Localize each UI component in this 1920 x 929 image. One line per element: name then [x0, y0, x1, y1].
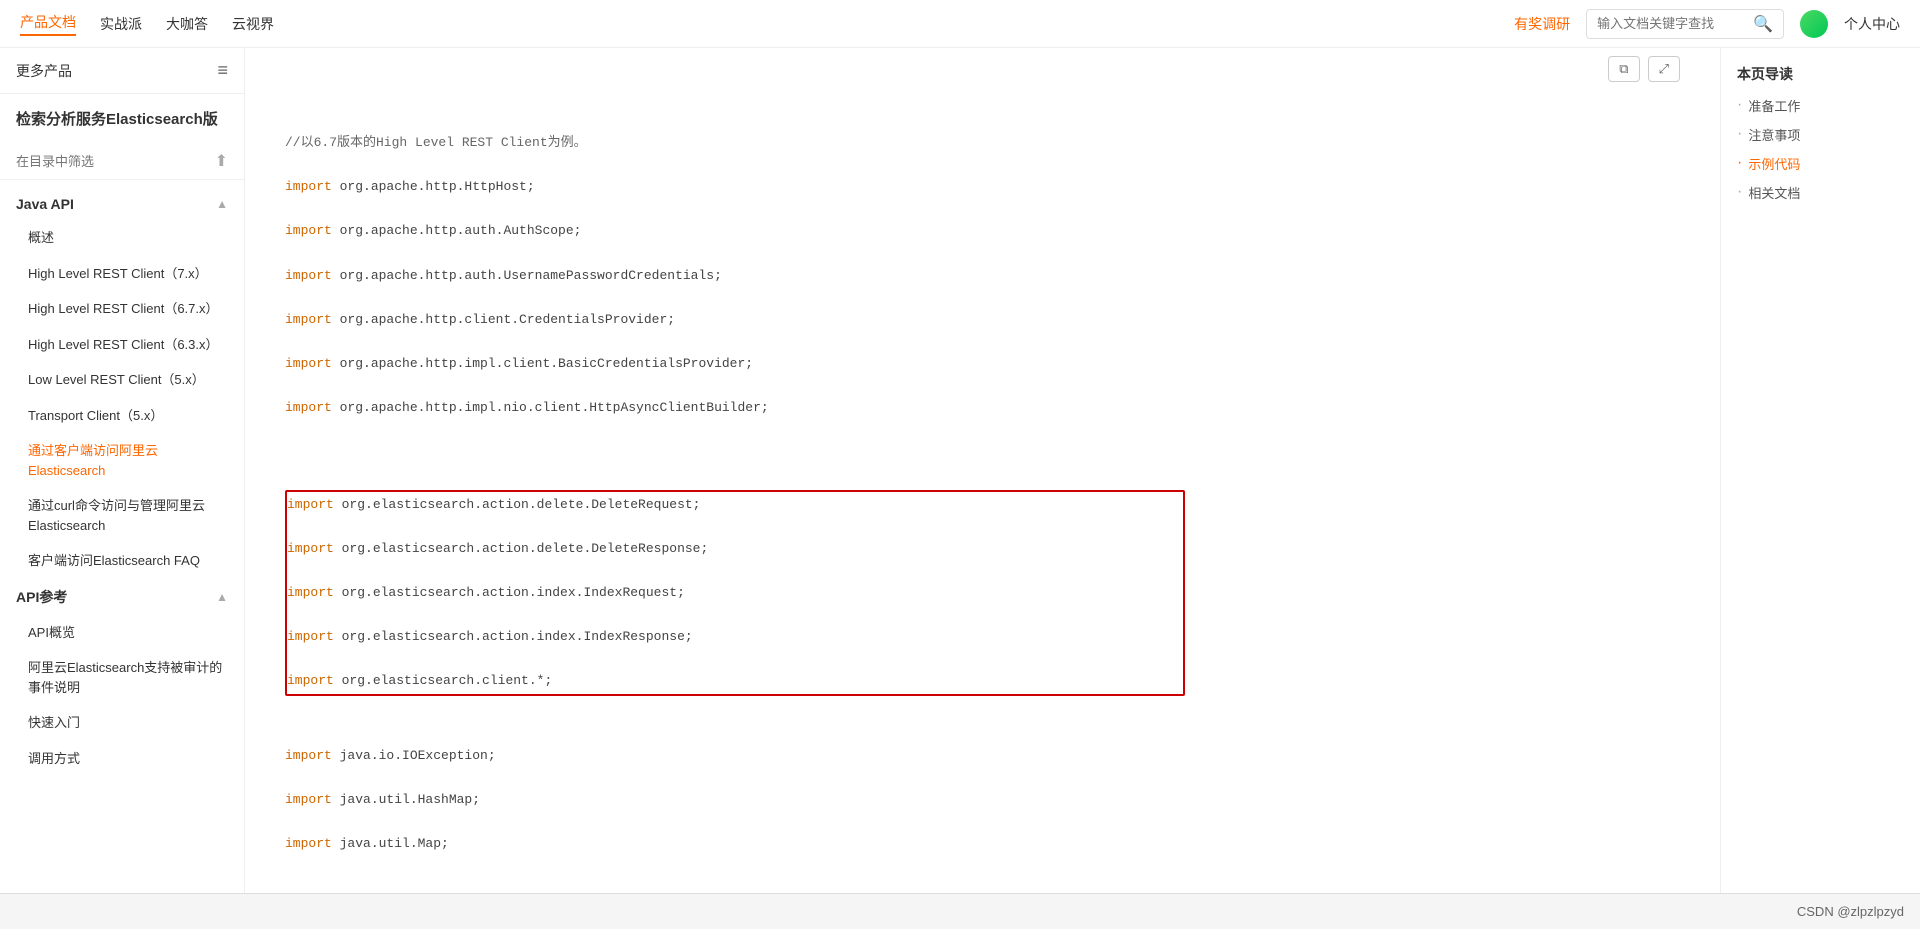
code-container: //以6.7版本的High Level REST Client为例。 impor…	[245, 90, 1225, 893]
section-label-api: API参考	[16, 587, 67, 607]
main-layout: 更多产品 ≡ 检索分析服务Elasticsearch版 ⬆ Java API ▲…	[0, 48, 1920, 893]
nav-cloud[interactable]: 云视界	[232, 14, 274, 34]
toc-item-notes[interactable]: · 注意事项	[1737, 125, 1904, 144]
toc-label-prepare: 准备工作	[1748, 96, 1800, 115]
menu-icon[interactable]: ≡	[217, 60, 228, 81]
code-line-import-1: import org.apache.http.HttpHost;	[285, 176, 1185, 198]
section-label: Java API	[16, 196, 74, 212]
toc-item-prepare[interactable]: · 准备工作	[1737, 96, 1904, 115]
code-line-import-3: import org.apache.http.auth.UsernamePass…	[285, 265, 1185, 287]
highlighted-imports: import org.elasticsearch.action.delete.D…	[285, 490, 1185, 697]
code-line-import-6: import org.apache.http.impl.nio.client.H…	[285, 397, 1185, 419]
collapse-icon-api: ▲	[216, 590, 228, 604]
bottom-bar: CSDN @zlpzlpzyd	[0, 893, 1920, 929]
code-comment-1: //以6.7版本的High Level REST Client为例。	[285, 132, 1185, 154]
code-line-es-import-1: import org.elasticsearch.action.delete.D…	[287, 494, 1183, 516]
user-center-link[interactable]: 个人中心	[1844, 14, 1900, 34]
search-input[interactable]	[1597, 16, 1747, 31]
nav-daka[interactable]: 大咖答	[166, 14, 208, 34]
reward-link[interactable]: 有奖调研	[1514, 14, 1570, 34]
main-content: ⧉ ⤢ //以6.7版本的High Level REST Client为例。 i…	[245, 48, 1720, 893]
collapse-icon: ▲	[216, 197, 228, 211]
sidebar-item-overview[interactable]: 概述	[0, 220, 244, 256]
sidebar-search-input[interactable]	[16, 154, 209, 169]
search-button[interactable]: 🔍	[1753, 14, 1773, 34]
code-toolbar: ⧉ ⤢	[245, 48, 1720, 90]
sidebar-search-area: ⬆	[0, 143, 244, 180]
user-avatar	[1800, 10, 1828, 38]
sidebar-item-curl[interactable]: 通过curl命令访问与管理阿里云Elasticsearch	[0, 488, 244, 543]
sidebar-item-api-overview[interactable]: API概览	[0, 615, 244, 651]
filter-icon[interactable]: ⬆	[215, 151, 228, 171]
sidebar-title-area: 检索分析服务Elasticsearch版	[0, 94, 244, 143]
sidebar-item-audit-events[interactable]: 阿里云Elasticsearch支持被审计的事件说明	[0, 650, 244, 705]
sidebar-item-hlrc-63x[interactable]: High Level REST Client（6.3.x）	[0, 327, 244, 363]
nav-product-docs[interactable]: 产品文档	[20, 12, 76, 36]
sidebar: 更多产品 ≡ 检索分析服务Elasticsearch版 ⬆ Java API ▲…	[0, 48, 245, 893]
toc-bullet-3: ·	[1737, 155, 1742, 171]
search-box: 🔍	[1586, 9, 1784, 39]
code-line-es-import-2: import org.elasticsearch.action.delete.D…	[287, 538, 1183, 560]
nav-shizhan[interactable]: 实战派	[100, 14, 142, 34]
code-line-import-4: import org.apache.http.client.Credential…	[285, 309, 1185, 331]
code-line-java-import-2: import java.util.HashMap;	[285, 789, 1185, 811]
main-nav: 产品文档 实战派 大咖答 云视界	[20, 12, 274, 36]
code-line-import-2: import org.apache.http.auth.AuthScope;	[285, 220, 1185, 242]
sidebar-section-java-api[interactable]: Java API ▲	[0, 188, 244, 220]
product-title: 检索分析服务Elasticsearch版	[16, 111, 218, 128]
sidebar-item-client-faq[interactable]: 客户端访问Elasticsearch FAQ	[0, 543, 244, 579]
sidebar-section-api-ref[interactable]: API参考 ▲	[0, 579, 244, 615]
code-line-blank-2	[285, 700, 1185, 722]
sidebar-item-transport-5x[interactable]: Transport Client（5.x）	[0, 398, 244, 434]
code-line-blank-3	[285, 877, 1185, 893]
sidebar-item-quickstart[interactable]: 快速入门	[0, 705, 244, 741]
code-line-java-import-3: import java.util.Map;	[285, 833, 1185, 855]
csdn-badge: CSDN @zlpzlpzyd	[1797, 904, 1904, 919]
code-line-es-import-3: import org.elasticsearch.action.index.In…	[287, 582, 1183, 604]
toc-label-example: 示例代码	[1748, 154, 1800, 173]
right-sidebar-toc: 本页导读 · 准备工作 · 注意事项 · 示例代码 · 相关文档	[1720, 48, 1920, 893]
code-line-java-import-1: import java.io.IOException;	[285, 745, 1185, 767]
toc-item-example[interactable]: · 示例代码	[1737, 154, 1904, 173]
csdn-text: CSDN @zlpzlpzyd	[1797, 904, 1904, 919]
sidebar-navigation: Java API ▲ 概述 High Level REST Client（7.x…	[0, 180, 244, 893]
sidebar-item-client-aliyun[interactable]: 通过客户端访问阿里云Elasticsearch	[0, 433, 244, 488]
toc-label-related: 相关文档	[1748, 183, 1800, 202]
sidebar-item-hlrc-67x[interactable]: High Level REST Client（6.7.x）	[0, 291, 244, 327]
sidebar-item-call-method[interactable]: 调用方式	[0, 741, 244, 777]
more-products-link[interactable]: 更多产品	[16, 61, 72, 81]
sidebar-item-llrc-5x[interactable]: Low Level REST Client（5.x）	[0, 362, 244, 398]
sidebar-item-hlrc-7x[interactable]: High Level REST Client（7.x）	[0, 256, 244, 292]
top-navigation: 产品文档 实战派 大咖答 云视界 有奖调研 🔍 个人中心	[0, 0, 1920, 48]
code-line-import-5: import org.apache.http.impl.client.Basic…	[285, 353, 1185, 375]
nav-right-area: 有奖调研 🔍 个人中心	[1514, 9, 1900, 39]
copy-code-button[interactable]: ⧉	[1608, 56, 1639, 82]
code-line-blank-1	[285, 441, 1185, 463]
toc-bullet-4: ·	[1737, 184, 1742, 200]
sidebar-header: 更多产品 ≡	[0, 48, 244, 94]
toc-bullet-2: ·	[1737, 126, 1742, 142]
toc-title: 本页导读	[1737, 64, 1904, 84]
expand-code-button[interactable]: ⤢	[1648, 56, 1680, 82]
code-block: //以6.7版本的High Level REST Client为例。 impor…	[285, 110, 1185, 893]
toc-bullet-1: ·	[1737, 97, 1742, 113]
code-line-es-import-5: import org.elasticsearch.client.*;	[287, 670, 1183, 692]
toc-label-notes: 注意事项	[1748, 125, 1800, 144]
code-line-es-import-4: import org.elasticsearch.action.index.In…	[287, 626, 1183, 648]
toc-item-related[interactable]: · 相关文档	[1737, 183, 1904, 202]
